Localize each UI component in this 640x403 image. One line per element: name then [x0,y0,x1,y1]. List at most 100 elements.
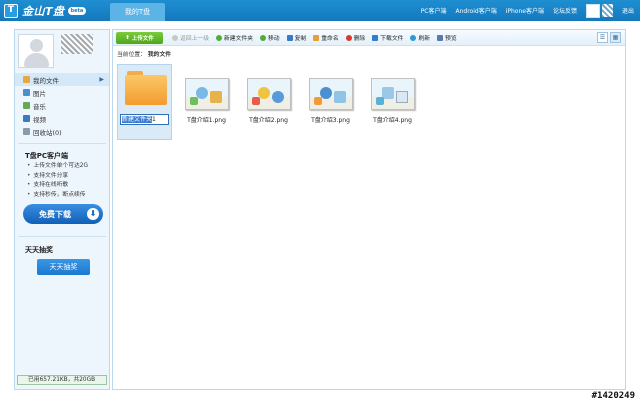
image-thumbnail [309,78,353,110]
profile-avatar[interactable] [18,34,54,68]
rename-icon [313,34,320,41]
refresh-button[interactable]: 刷新 [410,33,430,42]
move-label: 移动 [268,36,280,42]
forum-feedback-link[interactable]: 论坛反馈 [553,6,577,15]
feature-item: 上传文件单个可达2G [27,162,88,172]
file-item[interactable]: T盘介绍1.png [179,64,234,140]
logout-link[interactable]: 退出 [622,6,634,15]
sidebar-item-label: 音乐 [33,102,46,111]
grid-view-icon[interactable]: ▦ [610,32,621,43]
download-button[interactable]: 下载文件 [372,33,403,42]
rename-input-suffix: 1 [152,116,156,123]
app-logo[interactable]: T 金山T盘 beta [4,3,87,19]
view-toggle: ☰ ▦ [597,32,621,43]
lottery-button[interactable]: 天天抽奖 [37,259,90,275]
sidebar-item-label: 回收站(0) [33,128,62,137]
username-mosaic [601,4,613,17]
breadcrumb-prefix: 当前位置： [117,52,146,58]
delete-button[interactable]: 删除 [345,33,366,42]
refresh-label: 刷新 [418,36,431,42]
refresh-icon [410,34,417,41]
top-bar: T 金山T盘 beta 我的T盘 PC客户端 Android客户端 iPhone… [0,0,640,21]
back-icon [172,34,178,41]
free-download-button[interactable]: 免费下载 ⬇ [23,204,103,224]
sidebar: 我的文件 ▶ 图片 音乐 视频 回收站(0) T盘PC客户端 上传文件单个可达2… [14,29,110,390]
profile-name-mosaic [61,34,93,54]
file-name: T盘介绍3.png [311,117,350,124]
watermark-id: #1420249 [591,391,635,401]
download-icon [372,34,379,41]
sidebar-item-music[interactable]: 音乐 [15,99,109,112]
file-name: T盘介绍1.png [187,117,226,124]
divider [18,236,106,237]
delete-label: 删除 [353,36,366,42]
user-avatar[interactable] [585,3,600,18]
sidebar-item-recycle-bin[interactable]: 回收站(0) [15,125,109,138]
image-thumbnail [247,78,291,110]
video-icon [23,115,30,122]
beta-badge: beta [67,7,87,15]
free-download-label: 免费下载 [39,209,71,219]
logo-icon: T [4,4,18,18]
divider [18,143,106,144]
sidebar-nav: 我的文件 ▶ 图片 音乐 视频 回收站(0) [15,73,109,138]
preview-icon [437,34,444,41]
top-links: PC客户端 Android客户端 iPhone客户端 论坛反馈 退出 [421,0,634,21]
rename-input[interactable]: 新建文件夹1 [120,114,169,125]
file-panel: ⬆ 上传文件 返回上一级 新建文件夹 移动 复制 重命名 删除 下载文件 刷新 … [112,29,626,390]
file-item-new-folder[interactable]: 新建文件夹1 [117,64,172,140]
tab-my-tpan[interactable]: 我的T盘 [110,3,165,21]
new-folder-label: 新建文件夹 [224,36,253,42]
music-icon [23,102,30,109]
upload-file-button[interactable]: ⬆ 上传文件 [116,31,163,44]
sidebar-item-label: 我的文件 [33,76,59,85]
download-arrow-icon: ⬇ [87,208,99,220]
file-item[interactable]: T盘介绍4.png [365,64,420,140]
android-client-link[interactable]: Android客户端 [456,6,497,15]
rename-button[interactable]: 重命名 [313,33,339,42]
new-folder-button[interactable]: 新建文件夹 [216,33,253,42]
move-button[interactable]: 移动 [260,33,280,42]
iphone-client-link[interactable]: iPhone客户端 [506,6,544,15]
back-label: 返回上一级 [180,36,209,42]
copy-button[interactable]: 复制 [286,33,307,42]
sidebar-item-label: 视频 [33,115,46,124]
delete-icon [345,34,352,41]
rename-input-selection: 新建文件夹 [122,116,153,123]
folder-icon [125,71,167,105]
copy-label: 复制 [294,36,307,42]
feature-item: 支持在线听歌 [27,181,88,191]
preview-label: 预览 [445,36,457,42]
breadcrumb-current[interactable]: 我的文件 [148,52,171,58]
file-item[interactable]: T盘介绍3.png [303,64,358,140]
copy-icon [286,34,293,41]
picture-icon [23,89,30,96]
file-name: T盘介绍4.png [373,117,412,124]
feature-item: 支持文件分享 [27,172,88,182]
chevron-right-icon: ▶ [99,76,104,83]
toolbar: ⬆ 上传文件 返回上一级 新建文件夹 移动 复制 重命名 删除 下载文件 刷新 … [113,30,625,46]
pc-client-features: 上传文件单个可达2G 支持文件分享 支持在线听歌 支持秒传，断点续传 [27,162,88,200]
sidebar-item-pictures[interactable]: 图片 [15,86,109,99]
lottery-title: 天天抽奖 [25,246,53,254]
sidebar-item-my-files[interactable]: 我的文件 ▶ [15,73,109,86]
pc-client-title: T盘PC客户端 [25,152,69,160]
recycle-bin-icon [23,128,30,135]
preview-button[interactable]: 预览 [437,33,457,42]
sidebar-item-label: 图片 [33,89,46,98]
back-button[interactable]: 返回上一级 [172,33,209,42]
upload-label: 上传文件 [131,35,154,42]
file-item[interactable]: T盘介绍2.png [241,64,296,140]
upload-arrow-icon: ⬆ [125,34,130,41]
pc-client-link[interactable]: PC客户端 [421,6,447,15]
rename-label: 重命名 [321,36,339,42]
list-view-icon[interactable]: ☰ [597,32,608,43]
my-files-icon [23,76,30,83]
avatar-body-icon [24,53,49,67]
image-thumbnail [371,78,415,110]
plus-icon [216,34,222,41]
move-icon [260,34,266,41]
storage-usage: 已用657.21KB，共20GB [17,375,107,385]
image-thumbnail [185,78,229,110]
sidebar-item-video[interactable]: 视频 [15,112,109,125]
